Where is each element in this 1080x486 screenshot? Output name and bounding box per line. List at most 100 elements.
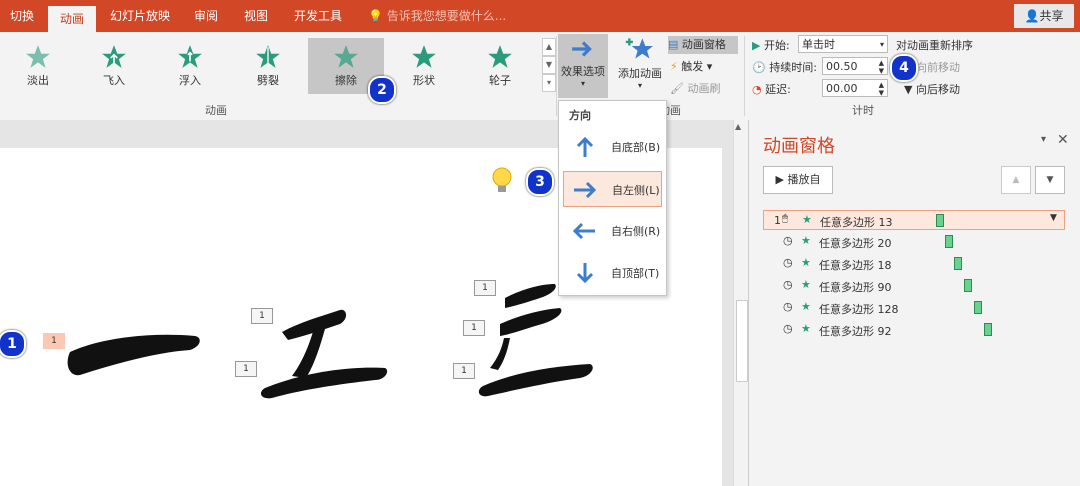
animation-order-badge[interactable]: 1 [235, 361, 257, 377]
animation-pane-label: 动画窗格 [681, 38, 726, 51]
animation-pane: 动画窗格 ▾ ✕ ▶ 播放自 ▲ ▼ 1 🖱 ★ 任意多边形 13 ▼ ◷ ★ … [748, 120, 1080, 486]
gallery-scroll-down[interactable]: ▼ [542, 56, 556, 74]
tell-me-box[interactable]: 💡 告诉我您想要做什么... [368, 0, 506, 32]
gallery-label: 淡出 [27, 74, 49, 87]
group-divider [556, 36, 557, 116]
pane-title: 动画窗格 [763, 136, 835, 157]
timeline-bar[interactable] [964, 279, 972, 292]
start-select[interactable]: 单击时 ▾ [798, 35, 888, 53]
animation-split[interactable]: 劈裂 [230, 38, 306, 94]
tab-view[interactable]: 视图 [234, 0, 278, 32]
item-label: 任意多边形 92 [819, 325, 892, 338]
arrow-left-icon [572, 222, 595, 240]
callout-2: 2 [368, 76, 396, 104]
gallery-scroll-up[interactable]: ▲ [542, 38, 556, 56]
calligraphy-characters[interactable] [60, 280, 620, 420]
star-icon: ★ [801, 300, 811, 313]
gallery-label: 形状 [413, 74, 435, 87]
pane-item[interactable]: ◷ ★ 任意多边形 128 [763, 298, 1065, 318]
star-icon: ★ [802, 213, 812, 226]
move-up-button[interactable]: ▲ [1001, 166, 1031, 194]
animation-order-badge[interactable]: 1 [453, 363, 475, 379]
clock-icon: ◷ [783, 234, 793, 247]
spinner-icon[interactable]: ▲ ▼ [879, 59, 884, 75]
pane-item[interactable]: 1 🖱 ★ 任意多边形 13 ▼ [763, 210, 1065, 230]
effect-options-dropdown: 方向 自底部(B) 自左侧(L) 自右侧(R) 自顶部(T) [558, 100, 667, 296]
stroke-yi[interactable] [67, 334, 200, 376]
spinner-icon[interactable]: ▲ ▼ [879, 81, 884, 97]
tab-slideshow[interactable]: 幻灯片放映 [100, 0, 180, 32]
tell-me-text: 告诉我您想要做什么... [386, 9, 507, 23]
slide-scrollbar[interactable]: ▲ [733, 120, 748, 486]
callout-4: 4 [890, 54, 918, 82]
delay-clock-icon: ◔ [752, 83, 762, 96]
chevron-down-icon: ▾ [879, 40, 884, 49]
arrow-up-icon [576, 136, 594, 157]
move-later-button[interactable]: ▼ 向后移动 [904, 81, 960, 97]
trigger-button[interactable]: ⚡ 触发 ▾ [670, 58, 712, 74]
stroke-san-top[interactable] [505, 284, 556, 308]
gallery-more[interactable]: ▾ [542, 74, 556, 92]
tab-animations[interactable]: 动画 [48, 6, 96, 32]
star-icon [412, 45, 436, 68]
add-animation-label: 添加动画 [618, 67, 662, 80]
animation-order-badge[interactable]: 1 [251, 308, 273, 324]
star-icon: ★ [801, 278, 811, 291]
lightning-icon: ⚡ [670, 60, 678, 73]
add-animation-button[interactable]: 添加动画 ▾ [614, 34, 666, 98]
pane-item[interactable]: ◷ ★ 任意多边形 18 [763, 254, 1065, 274]
timeline-bar[interactable] [974, 301, 982, 314]
direction-from-bottom[interactable]: 自底部(B) [563, 129, 662, 165]
tab-review[interactable]: 审阅 [184, 0, 228, 32]
animation-pane-button[interactable]: ▤ 动画窗格 [668, 36, 738, 54]
move-later-label: 向后移动 [915, 83, 960, 96]
lightbulb-icon[interactable] [490, 166, 514, 196]
scroll-thumb[interactable] [736, 300, 748, 382]
animation-order-badge[interactable]: 1 [463, 320, 485, 336]
tab-transitions[interactable]: 切换 [0, 0, 44, 32]
animation-painter-button[interactable]: 🖌 动画刷 [670, 80, 720, 96]
animation-painter-label: 动画刷 [687, 82, 721, 95]
duration-label: 🕑 持续时间: [752, 59, 817, 75]
chevron-down-icon[interactable]: ▼ [1050, 213, 1057, 223]
close-icon[interactable]: ✕ [1057, 132, 1069, 148]
timeline-bar[interactable] [984, 323, 992, 336]
timeline-bar[interactable] [945, 235, 953, 248]
animation-fade[interactable]: 淡出 [0, 38, 76, 94]
move-down-button[interactable]: ▼ [1035, 166, 1065, 194]
animation-fly-in[interactable]: 飞入 [76, 38, 152, 94]
scroll-up-icon[interactable]: ▲ [735, 122, 741, 131]
animation-wheel[interactable]: 轮子 [462, 38, 538, 94]
animation-shape[interactable]: 形状 [386, 38, 462, 94]
direction-from-left[interactable]: 自左侧(L) [563, 171, 662, 207]
group-label-animation: 动画 [205, 104, 227, 117]
stroke-er-bottom[interactable] [260, 367, 388, 399]
effect-options-label: 效果选项 [561, 65, 605, 78]
play-from-button[interactable]: ▶ 播放自 [763, 166, 833, 194]
pane-item[interactable]: ◷ ★ 任意多边形 92 [763, 320, 1065, 340]
star-icon [488, 45, 512, 68]
pane-item[interactable]: ◷ ★ 任意多边形 90 [763, 276, 1065, 296]
pane-item[interactable]: ◷ ★ 任意多边形 20 [763, 232, 1065, 252]
tab-developer[interactable]: 开发工具 [286, 0, 350, 32]
duration-label-text: 持续时间: [769, 61, 817, 74]
duration-input[interactable]: 00.50 ▲ ▼ [822, 57, 888, 75]
star-icon [178, 45, 202, 68]
timeline-bar[interactable] [936, 214, 944, 227]
direction-from-right[interactable]: 自右侧(R) [563, 213, 662, 249]
timeline-bar[interactable] [954, 257, 962, 270]
duration-value: 00.50 [826, 60, 858, 73]
item-label: 任意多边形 128 [819, 303, 899, 316]
animation-pane-icon: ▤ [668, 38, 679, 51]
stroke-san-mid1[interactable] [500, 308, 562, 336]
pane-options-icon[interactable]: ▾ [1041, 134, 1046, 145]
item-label: 任意多边形 90 [819, 281, 892, 294]
effect-options-button[interactable]: 效果选项 ▾ [558, 34, 608, 98]
animation-order-badge[interactable]: 1 [43, 333, 65, 349]
share-button[interactable]: 👤共享 [1014, 4, 1074, 28]
stroke-san-mid2[interactable] [490, 338, 510, 370]
animation-order-badge[interactable]: 1 [474, 280, 496, 296]
delay-input[interactable]: 00.00 ▲ ▼ [822, 79, 888, 97]
direction-from-top[interactable]: 自顶部(T) [563, 255, 662, 291]
animation-float-in[interactable]: 浮入 [152, 38, 228, 94]
